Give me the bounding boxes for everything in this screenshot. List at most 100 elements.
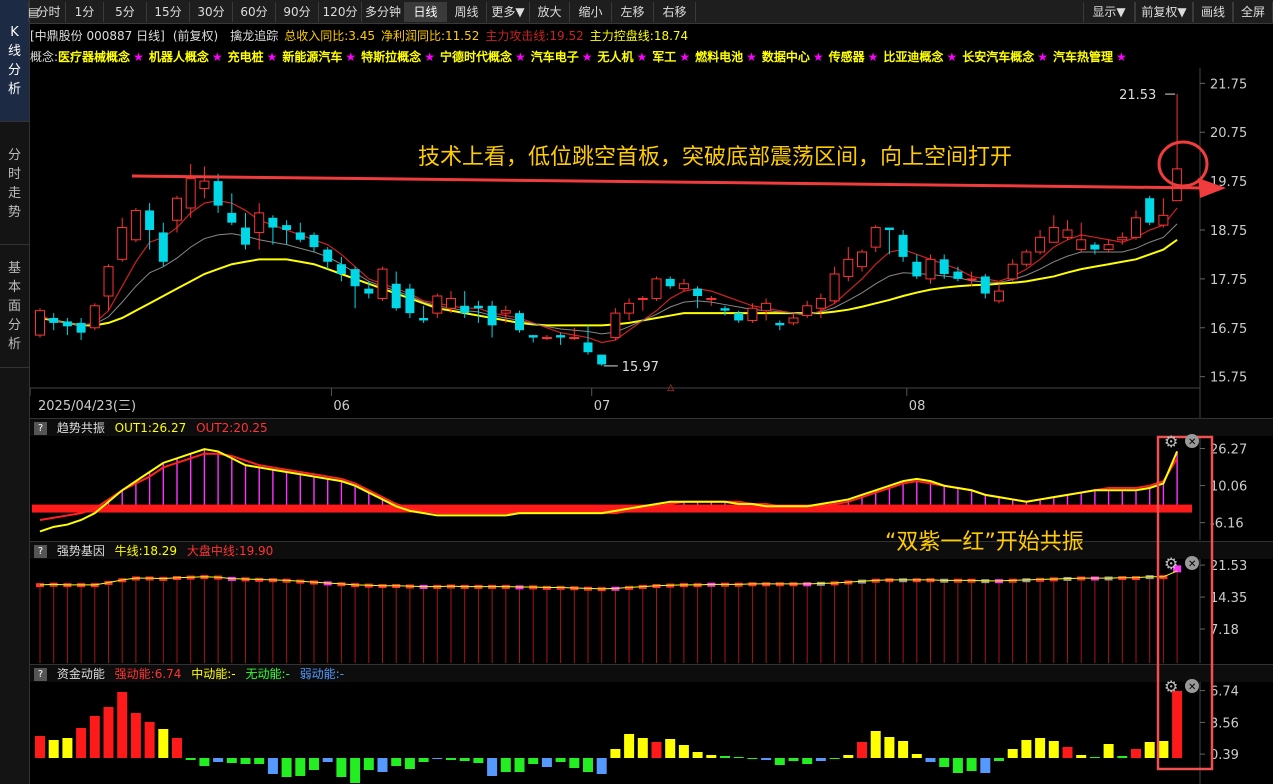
concept-tag[interactable]: 医疗器械概念 [58, 50, 130, 64]
candle[interactable] [1172, 94, 1183, 202]
candle[interactable] [912, 254, 922, 279]
candle[interactable] [405, 283, 415, 318]
candle[interactable] [130, 208, 141, 243]
concept-tag[interactable]: 军工 [652, 50, 676, 64]
concept-tag[interactable]: 机器人概念 [149, 50, 209, 64]
candle[interactable] [980, 274, 990, 299]
concept-tag[interactable]: 新能源汽车 [282, 50, 342, 64]
sidebar-tab-0[interactable]: K线分析 [0, 0, 29, 122]
candle[interactable] [1021, 249, 1032, 267]
candle[interactable] [583, 325, 593, 355]
toolbar-right-btn-3[interactable]: 全屏 [1233, 2, 1273, 22]
candle[interactable] [693, 286, 703, 309]
candle[interactable] [556, 332, 566, 345]
candle[interactable] [678, 278, 689, 292]
candle[interactable] [254, 203, 265, 250]
candle[interactable] [925, 254, 936, 284]
candle[interactable] [213, 173, 223, 213]
toolbar-btn-1[interactable]: 1分 [66, 2, 104, 22]
sidebar-tab-1[interactable]: 分时走势 [0, 123, 29, 245]
candle[interactable] [515, 310, 524, 333]
candle[interactable] [76, 318, 86, 340]
candle[interactable] [1131, 210, 1141, 240]
candle[interactable] [624, 298, 635, 321]
toolbar-btn-13[interactable]: 缩小 [570, 2, 612, 22]
candle[interactable] [1076, 222, 1087, 252]
candle[interactable] [309, 232, 319, 252]
help-icon[interactable]: ? [34, 422, 47, 435]
toolbar-btn-10[interactable]: 周线 [447, 2, 487, 22]
candle[interactable] [597, 354, 607, 366]
help-icon[interactable]: ? [34, 545, 47, 558]
toolbar-btn-11[interactable]: 更多▼ [487, 2, 530, 22]
candle[interactable] [172, 195, 182, 233]
candle[interactable] [89, 303, 100, 331]
toolbar-right-btn-0[interactable]: 显示▼ [1083, 2, 1135, 22]
candle[interactable] [1090, 242, 1100, 255]
concept-tag[interactable]: 宁德时代概念 [440, 50, 512, 64]
candle[interactable] [391, 271, 401, 311]
candle[interactable] [350, 266, 360, 309]
candle[interactable] [419, 305, 429, 323]
candle[interactable] [898, 230, 908, 262]
candle[interactable] [541, 335, 552, 340]
candle[interactable] [857, 249, 867, 272]
candle[interactable] [227, 193, 237, 226]
concept-tag[interactable]: 汽车电子 [531, 50, 579, 64]
candle[interactable] [62, 318, 72, 336]
candle[interactable] [432, 293, 443, 318]
concept-tag[interactable]: 特斯拉概念 [361, 50, 421, 64]
concept-tag[interactable]: 传感器 [829, 50, 865, 64]
candle[interactable] [802, 300, 813, 318]
candle[interactable] [651, 276, 662, 301]
candle[interactable] [158, 222, 168, 267]
candle[interactable] [35, 308, 45, 338]
candle[interactable] [1117, 232, 1128, 245]
strength-gene-chart[interactable]: 21.53 14.35 7.18 [30, 559, 1273, 663]
toolbar-btn-2[interactable]: 5分 [104, 2, 147, 22]
candle[interactable] [295, 222, 305, 243]
candle[interactable] [103, 264, 114, 311]
toolbar-btn-7[interactable]: 120分 [319, 2, 362, 22]
candle[interactable] [241, 212, 250, 250]
candle[interactable] [610, 308, 621, 340]
concept-tag[interactable]: 无人机 [598, 50, 634, 64]
candle[interactable] [637, 296, 648, 311]
help-icon[interactable]: ? [34, 668, 47, 681]
candle[interactable] [1048, 215, 1059, 243]
toolbar-btn-12[interactable]: 放大 [530, 2, 570, 22]
toolbar-btn-6[interactable]: 90分 [276, 2, 319, 22]
toolbar-btn-14[interactable]: 左移 [612, 2, 654, 22]
toolbar-btn-15[interactable]: 右移 [654, 2, 696, 22]
candle[interactable] [815, 293, 826, 318]
toolbar-btn-5[interactable]: 60分 [233, 2, 276, 22]
concept-tag[interactable]: 比亚迪概念 [883, 50, 943, 64]
candle[interactable] [268, 215, 278, 245]
candle[interactable] [953, 266, 963, 282]
candle[interactable] [199, 166, 210, 199]
candle[interactable] [1103, 239, 1114, 252]
candle[interactable] [788, 313, 799, 326]
concept-tag[interactable]: 汽车热管理 [1053, 50, 1113, 64]
trend-resonance-chart[interactable]: 26.27 10.06 -6.16 [30, 436, 1273, 540]
toolbar-btn-8[interactable]: 多分钟 [362, 2, 405, 22]
candle[interactable] [829, 266, 840, 304]
candle[interactable] [145, 203, 155, 250]
candle[interactable] [761, 298, 772, 321]
candle[interactable] [528, 335, 538, 343]
candle[interactable] [870, 225, 881, 252]
candle[interactable] [994, 283, 1004, 304]
concept-tag[interactable]: 长安汽车概念 [962, 50, 1034, 64]
candle[interactable] [966, 271, 977, 287]
candle[interactable] [1035, 230, 1046, 255]
concept-tag[interactable]: 数据中心 [762, 50, 810, 64]
candle[interactable] [665, 276, 675, 289]
candle[interactable] [775, 320, 785, 331]
sidebar-tab-2[interactable]: 基本面分析 [0, 246, 29, 368]
toolbar-right-btn-1[interactable]: 前复权▼ [1135, 2, 1193, 22]
menu-icon[interactable]: ▤ [28, 2, 39, 22]
toolbar-btn-3[interactable]: 15分 [147, 2, 190, 22]
toolbar-right-btn-2[interactable]: 画线 [1193, 2, 1233, 22]
candle[interactable] [1158, 198, 1169, 228]
candle[interactable] [1007, 259, 1018, 282]
